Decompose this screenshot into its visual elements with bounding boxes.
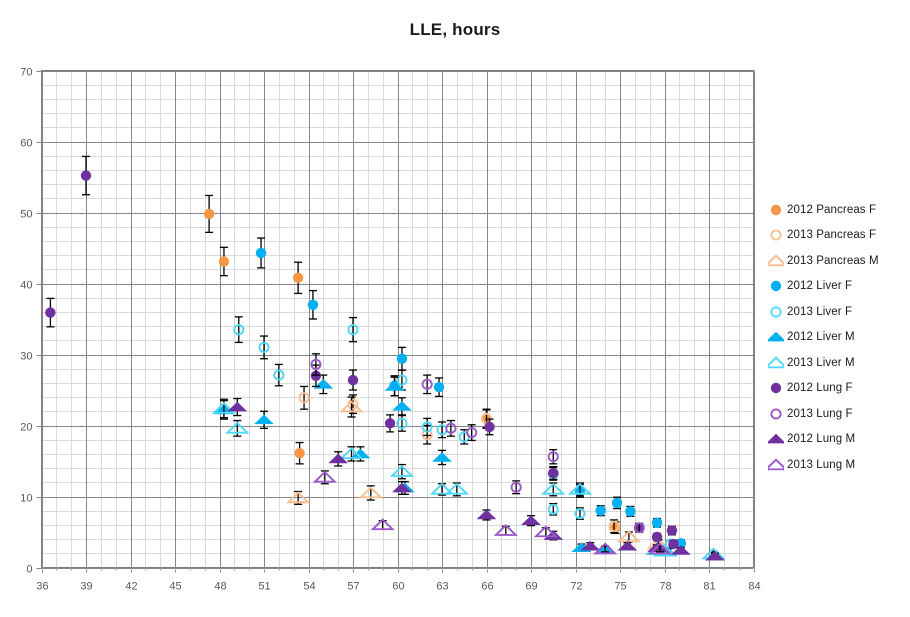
- data-point[interactable]: [651, 517, 663, 528]
- svg-text:45: 45: [169, 581, 181, 593]
- svg-text:78: 78: [659, 581, 671, 593]
- legend-item-2[interactable]: 2013 Pancreas M: [763, 248, 908, 274]
- triangle-filled-icon: [766, 431, 786, 447]
- svg-text:30: 30: [20, 351, 32, 363]
- svg-text:63: 63: [436, 581, 448, 593]
- circle-open-icon: [768, 227, 784, 243]
- legend-item-label: 2012 Pancreas F: [787, 203, 877, 216]
- svg-text:60: 60: [20, 138, 32, 150]
- triangle-open-icon: [763, 253, 789, 269]
- circle-open-icon: [768, 406, 784, 422]
- data-point[interactable]: [80, 170, 92, 181]
- data-point[interactable]: [254, 414, 274, 425]
- series-2013-liver-m: [211, 398, 726, 560]
- legend-item-5[interactable]: 2012 Liver M: [766, 325, 908, 351]
- data-point[interactable]: [521, 515, 541, 525]
- legend-item-4[interactable]: 2013 Liver F: [768, 299, 908, 325]
- svg-text:81: 81: [703, 581, 715, 593]
- svg-text:72: 72: [570, 581, 582, 593]
- svg-text:60: 60: [392, 581, 404, 593]
- error-bar: [234, 316, 243, 344]
- triangle-open-icon: [763, 355, 789, 371]
- legend-item-label: 2012 Lung F: [787, 382, 853, 395]
- legend-item-label: 2013 Pancreas M: [787, 254, 879, 267]
- legend-item-label: 2013 Pancreas F: [787, 229, 877, 242]
- legend-item-7[interactable]: 2012 Lung F: [768, 376, 908, 402]
- chart-legend: 2012 Pancreas F 2013 Pancreas F 2013 Pancr…: [763, 197, 908, 478]
- svg-text:40: 40: [20, 280, 32, 292]
- legend-item-0[interactable]: 2012 Pancreas F: [768, 197, 908, 223]
- svg-text:36: 36: [36, 581, 48, 593]
- data-points-layer: [45, 155, 726, 561]
- svg-text:48: 48: [214, 581, 226, 593]
- data-point[interactable]: [625, 506, 636, 517]
- svg-text:50: 50: [20, 209, 32, 221]
- error-bar: [274, 363, 283, 387]
- circle-filled-icon: [768, 278, 784, 294]
- legend-item-10[interactable]: 2013 Lung M: [763, 452, 908, 478]
- data-point[interactable]: [651, 531, 663, 543]
- data-point[interactable]: [227, 401, 248, 412]
- data-point[interactable]: [392, 401, 412, 411]
- svg-text:10: 10: [20, 493, 32, 505]
- axis-frame: [41, 70, 754, 568]
- legend-item-label: 2013 Lung M: [787, 458, 856, 471]
- data-point[interactable]: [396, 353, 408, 364]
- svg-text:75: 75: [614, 581, 626, 593]
- data-point[interactable]: [384, 418, 396, 429]
- svg-text:51: 51: [258, 581, 270, 593]
- data-point[interactable]: [255, 247, 267, 259]
- circle-filled-icon: [768, 202, 784, 218]
- x-axis-tick-labels: 36 39 42 45 48 51 54 57 60 63 66 69 72 75 78 81 84: [36, 581, 760, 593]
- svg-text:66: 66: [481, 581, 493, 593]
- legend-item-label: 2013 Liver F: [787, 305, 853, 318]
- legend-item-label: 2012 Liver M: [787, 331, 855, 344]
- chart-container: LLE, hours 36 39 42 45 48 51 54 57 60 63 66 69 72 75 7…: [0, 0, 910, 617]
- legend-item-label: 2012 Liver F: [787, 280, 853, 293]
- data-point[interactable]: [433, 381, 445, 393]
- circle-open-icon: [768, 304, 784, 320]
- svg-text:54: 54: [303, 581, 315, 593]
- series-2013-pancreas-f: [298, 385, 620, 534]
- series-2013-lung-f: [310, 353, 645, 534]
- data-point[interactable]: [432, 452, 452, 462]
- legend-item-label: 2013 Liver M: [787, 356, 855, 369]
- error-bar: [349, 316, 357, 343]
- data-point[interactable]: [218, 256, 230, 267]
- legend-item-label: 2013 Lung F: [787, 407, 853, 420]
- triangle-open-icon: [763, 457, 789, 473]
- legend-item-8[interactable]: 2013 Lung F: [768, 401, 908, 427]
- data-point[interactable]: [203, 208, 215, 220]
- data-point[interactable]: [595, 505, 606, 516]
- series-2013-liver-f: [233, 316, 676, 550]
- data-point[interactable]: [666, 525, 678, 536]
- data-point[interactable]: [484, 421, 495, 433]
- data-point[interactable]: [347, 374, 359, 386]
- svg-text:84: 84: [748, 581, 760, 593]
- data-point[interactable]: [45, 307, 56, 318]
- series-2012-liver-m: [214, 374, 725, 560]
- legend-item-label: 2012 Lung M: [787, 433, 856, 446]
- svg-text:39: 39: [80, 581, 92, 593]
- data-point[interactable]: [611, 497, 623, 509]
- legend-item-1[interactable]: 2013 Pancreas F: [768, 223, 908, 249]
- data-point[interactable]: [307, 299, 319, 310]
- svg-text:20: 20: [20, 422, 32, 434]
- data-point[interactable]: [548, 467, 559, 479]
- legend-item-9[interactable]: 2012 Lung M: [766, 427, 908, 453]
- data-point[interactable]: [292, 272, 304, 284]
- legend-item-3[interactable]: 2012 Liver F: [768, 274, 908, 300]
- svg-text:42: 42: [125, 581, 137, 593]
- svg-text:57: 57: [347, 581, 359, 593]
- y-axis-tick-labels: 0 10 20 30 40 50 60 70: [20, 67, 32, 576]
- triangle-filled-icon: [766, 329, 786, 345]
- circle-filled-icon: [768, 380, 784, 396]
- svg-text:0: 0: [26, 564, 32, 576]
- svg-text:69: 69: [525, 581, 537, 593]
- error-bar: [423, 374, 432, 395]
- legend-item-6[interactable]: 2013 Liver M: [763, 350, 908, 376]
- data-point[interactable]: [294, 447, 305, 459]
- svg-text:70: 70: [20, 67, 32, 79]
